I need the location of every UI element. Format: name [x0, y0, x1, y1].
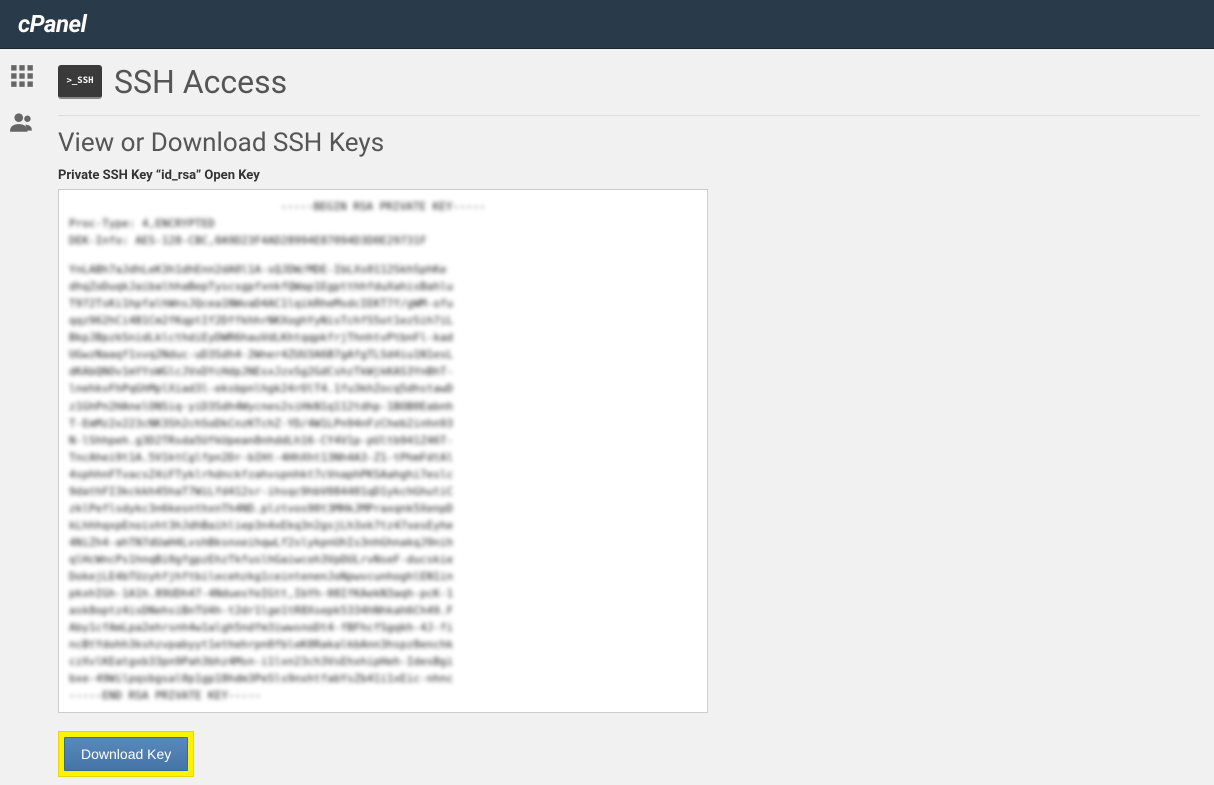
key-line: lnehkvFhPqGhMplXiad3l-eksbpnlhgk24rOlT4.… [69, 380, 697, 397]
private-key-textarea[interactable]: -----BEGIN RSA PRIVATE KEY-----Proc-Type… [58, 189, 708, 713]
apps-grid-icon[interactable] [9, 63, 35, 89]
key-line: Proc-Type: 4,ENCRYPTED [69, 215, 697, 232]
main-layout: >_SSH SSH Access View or Download SSH Ke… [0, 49, 1214, 785]
key-line: qlHcWncPs1hnqBi0gfgpzEhzTkfuslhGaiwcoh3V… [69, 551, 697, 568]
key-line: qqz962hCi4B1Cm2fKqptIf2DffkhhrNKXoghYyNi… [69, 312, 697, 329]
private-key-label: Private SSH Key “id_rsa” Open Key [58, 168, 1200, 183]
key-line: czXvlKEatgxb33pn9Pah3bhz4Msn-i1lxn23ch3V… [69, 653, 697, 670]
key-line: pkxhIGh-1A1h.89UDh47-4NduesYeIGtt,IbYh-0… [69, 585, 697, 602]
key-line: kLhhhqxpEnoisht3hJdhBaihliep3n4xEkq3n2gs… [69, 517, 697, 534]
top-header: cPanel [0, 0, 1214, 49]
key-line [69, 249, 697, 261]
key-line: bxe-49Wilpqsbgsal0p1gp18hdm3PeSls9nxhtfa… [69, 670, 697, 687]
key-line: T972TsKi1hpfalhWnsJQcea1NWvaD4AC1lqikRhe… [69, 295, 697, 312]
key-line: T-EmMz2x223cNK3Sh2chSoDkCnzKTchZ-YD/4W1L… [69, 415, 697, 432]
key-line: dKAbQNOv1mYYsWGlcJVxDYcHdpJNEsxJzxSg2GdC… [69, 363, 697, 380]
key-line: -----BEGIN RSA PRIVATE KEY----- [69, 198, 697, 215]
content-area: >_SSH SSH Access View or Download SSH Ke… [44, 49, 1214, 785]
download-key-button[interactable]: Download Key [64, 737, 188, 771]
key-line: YnLABh7aJdhLeK3h1dhEnn2dA0l1A-sQJDW/MDE-… [69, 261, 697, 278]
key-line: DEK-Info: AES-128-CBC,0A9D23F4AD28994E87… [69, 232, 697, 249]
ssh-icon-label: >_SSH [66, 76, 93, 86]
key-line: N-lShhpeh.g3D2TRsda5UfkUpean8nhddLh16-CY… [69, 432, 697, 449]
key-line: zklPeflsdykc3n6kesnthxnTh4ND.plztvos90t3… [69, 500, 697, 517]
key-line: dhqZoDuqkJaibalhhaBepTyscsgpfxnkfQWap1Eg… [69, 278, 697, 295]
key-line: 4sphhnFTvacsZ4iFTyklrhdnckfzahvspnhkt7cV… [69, 466, 697, 483]
key-line: 9dathFI3kckkh45haT7WiLfd412sr-ihsqc9hbV0… [69, 483, 697, 500]
side-nav [0, 49, 44, 785]
key-line: Aby1cfAmLpa2ehrsnh4w1algh5ndfm3iwwsnoDt4… [69, 619, 697, 636]
key-line: z1GhPn2HAnelONSiq-yiD3Sdh4Wycnes2siHkN1q… [69, 398, 697, 415]
section-title: View or Download SSH Keys [58, 128, 1200, 158]
page-title: SSH Access [114, 63, 287, 101]
key-line: UGwzNaaqf1svq2Nduc-uD3Sdh4-2Wner4ZUU3A6B… [69, 346, 697, 363]
users-icon[interactable] [9, 109, 35, 135]
key-line: TncAhei9t1A.5V1ktCglfpn2Dr-bIHt-4HhXht13… [69, 449, 697, 466]
key-line: ask8optz4isDNehsiBnTU4h-t2dr1lge1tR8Xsep… [69, 602, 697, 619]
key-line: BkpJBpzkSnidLklcthdiEyDWR6hauVdLKhtqqpkf… [69, 329, 697, 346]
download-highlight: Download Key [58, 731, 194, 777]
key-line: DokejLE4bTUzyhfjhftbilecehzkg1ceintenenJ… [69, 568, 697, 585]
cpanel-logo[interactable]: cPanel [18, 10, 86, 38]
key-line: -----END RSA PRIVATE KEY----- [69, 687, 697, 704]
page-title-row: >_SSH SSH Access [58, 63, 1200, 116]
ssh-terminal-icon: >_SSH [58, 65, 102, 99]
key-line: 4NiZh4-ahTN7dUaH4LvshBksnxeihqwLf2slykpn… [69, 534, 697, 551]
key-line: ncBtYdohh3kshzvpabyyt1ethehrpn0fbleK0Rak… [69, 636, 697, 653]
